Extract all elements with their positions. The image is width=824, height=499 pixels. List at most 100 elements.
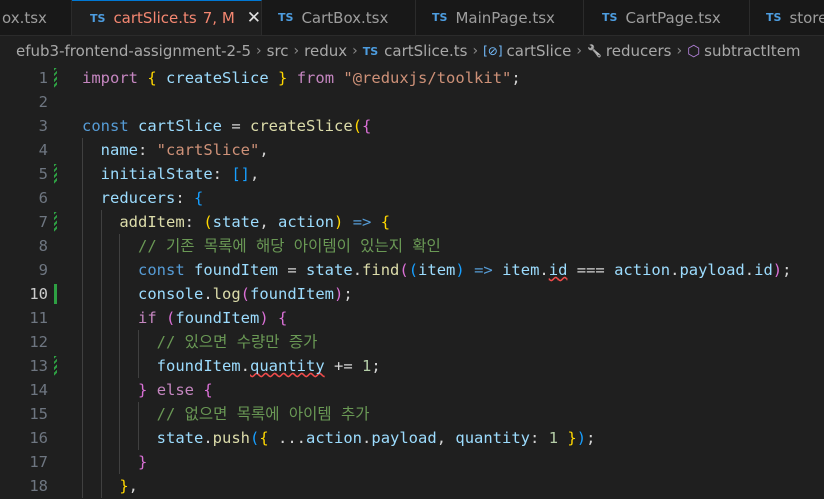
code-token: ) xyxy=(334,213,344,231)
line-number: 11 xyxy=(29,309,48,327)
code-line[interactable]: 9 const foundItem = state.find((item) =>… xyxy=(0,258,824,282)
code-text: foundItem.quantity += 1; xyxy=(82,354,381,378)
typescript-icon: TS xyxy=(602,11,618,24)
code-token: => xyxy=(352,213,372,231)
code-token: ) xyxy=(259,309,269,327)
code-token: } xyxy=(278,69,288,87)
code-token: console xyxy=(138,285,204,303)
code-line[interactable]: 15 // 없으면 목록에 아이템 추가 xyxy=(0,402,824,426)
code-token: "@reduxjs/toolkit" xyxy=(343,69,512,87)
code-token: : xyxy=(138,141,157,159)
breadcrumb-root[interactable]: efub3-frontend-assignment-2-5 xyxy=(16,42,251,60)
code-token: = xyxy=(222,117,251,135)
code-token: ; xyxy=(343,285,353,303)
code-line[interactable]: 3 const cartSlice = createSlice({ xyxy=(0,114,824,138)
tab-label: CartBox.tsx xyxy=(301,8,389,27)
code-token: createSlice xyxy=(250,117,353,135)
code-token: if xyxy=(138,309,157,327)
code-text: state.push({ ...action.payload, quantity… xyxy=(82,426,596,450)
breadcrumb-file[interactable]: TS cartSlice.ts xyxy=(363,42,468,60)
code-line[interactable]: 13 foundItem.quantity += 1; xyxy=(0,354,824,378)
breadcrumb-method[interactable]: ⬡ subtractItem xyxy=(687,42,800,60)
tab-bar: ox.tsx TS cartSlice.ts 7, M ✕ TS CartBox… xyxy=(0,0,824,36)
code-token: find xyxy=(362,261,400,279)
breadcrumb-redux[interactable]: redux xyxy=(304,42,347,60)
code-text: // 없으면 목록에 아이템 추가 xyxy=(82,402,370,426)
code-line[interactable]: 14 } else { xyxy=(0,378,824,402)
code-line[interactable]: 18 }, xyxy=(0,474,824,498)
code-line[interactable]: 16 state.push({ ...action.payload, quant… xyxy=(0,426,824,450)
code-token: : xyxy=(175,189,194,207)
code-token: : xyxy=(212,165,232,183)
code-line[interactable]: 1 import { createSlice } from "@reduxjs/t… xyxy=(0,66,824,90)
code-token: quantity xyxy=(455,429,531,447)
code-line[interactable]: 4 name: "cartSlice", xyxy=(0,138,824,162)
code-text: if (foundItem) { xyxy=(82,306,287,330)
tab-ox-tsx[interactable]: ox.tsx xyxy=(0,0,72,35)
close-icon[interactable]: ✕ xyxy=(247,8,261,28)
line-number: 12 xyxy=(29,333,48,351)
code-line[interactable]: 11 if (foundItem) { xyxy=(0,306,824,330)
tab-label: store xyxy=(789,8,824,27)
code-token: 1 xyxy=(361,357,372,375)
code-token: . xyxy=(744,261,755,279)
code-token: state xyxy=(306,261,353,279)
code-line[interactable]: 17 } xyxy=(0,450,824,474)
git-change-marker[interactable] xyxy=(54,212,57,232)
line-number: 2 xyxy=(38,93,48,111)
code-line[interactable]: 5 initialState: [], xyxy=(0,162,824,186)
code-token: ; xyxy=(511,69,521,87)
code-line[interactable]: 6 reducers: { xyxy=(0,186,824,210)
code-token: push xyxy=(212,429,250,447)
tab-cartbox-tsx[interactable]: TS CartBox.tsx xyxy=(262,0,416,35)
tab-cartpage-tsx[interactable]: TS CartPage.tsx xyxy=(584,0,750,35)
code-editor[interactable]: 1 import { createSlice } from "@reduxjs/t… xyxy=(0,66,824,499)
breadcrumb-variable[interactable]: [⊘] cartSlice xyxy=(483,42,571,60)
typescript-icon: TS xyxy=(278,11,294,24)
git-change-marker[interactable] xyxy=(54,68,57,88)
code-line[interactable]: 8 // 기존 목록에 해당 아이템이 있는지 확인 xyxy=(0,234,824,258)
code-token: payload xyxy=(371,429,437,447)
code-token: . xyxy=(203,285,213,303)
code-token: item xyxy=(502,261,540,279)
code-token: from xyxy=(296,69,335,87)
breadcrumb-src[interactable]: src xyxy=(267,42,289,60)
code-token: initialState xyxy=(100,165,213,183)
breadcrumb-reducers[interactable]: 🔧 reducers xyxy=(587,42,672,60)
code-token: ( xyxy=(250,429,260,447)
code-line[interactable]: 2 xyxy=(0,90,824,114)
git-change-marker[interactable] xyxy=(54,164,57,184)
code-token: // 없으면 목록에 아이템 추가 xyxy=(156,405,370,423)
code-text: console.log(foundItem); xyxy=(82,282,353,306)
git-change-marker[interactable] xyxy=(54,356,57,376)
code-token: foundItem xyxy=(175,309,260,327)
tab-mainpage-tsx[interactable]: TS MainPage.tsx xyxy=(416,0,584,35)
git-change-marker[interactable] xyxy=(54,284,57,304)
code-line[interactable]: 12 // 있으면 수량만 증가 xyxy=(0,330,824,354)
code-token: } xyxy=(119,477,129,495)
code-token: id xyxy=(754,261,773,279)
line-number: 15 xyxy=(29,405,48,423)
code-line[interactable]: 10 console.log(foundItem); xyxy=(0,282,824,306)
tab-cartslice-ts[interactable]: TS cartSlice.ts 7, M ✕ xyxy=(72,0,262,35)
code-token: += xyxy=(324,357,362,375)
code-text: // 있으면 수량만 증가 xyxy=(82,330,318,354)
code-token: cartSlice xyxy=(138,117,223,135)
code-token: { xyxy=(203,381,213,399)
code-token: item xyxy=(418,261,456,279)
tab-store[interactable]: TS store xyxy=(750,0,824,35)
code-line[interactable]: 7 addItem: (state, action) => { xyxy=(0,210,824,234)
code-text: } else { xyxy=(82,378,213,402)
